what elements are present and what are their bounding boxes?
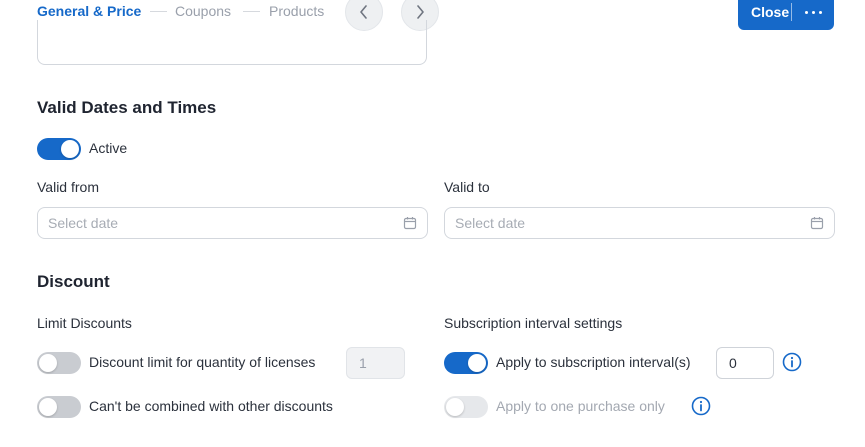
calendar-icon[interactable] [403, 216, 417, 230]
one-purchase-toggle[interactable] [444, 396, 488, 418]
close-button[interactable]: Close [738, 4, 791, 20]
quantity-limit-toggle[interactable] [37, 352, 81, 374]
more-horizontal-icon [804, 10, 808, 14]
chevron-left-icon [360, 5, 367, 19]
close-button-group: Close [738, 0, 834, 30]
active-toggle[interactable] [37, 138, 81, 160]
limit-discounts-heading: Limit Discounts [37, 315, 132, 331]
step-general-price[interactable]: General & Price [37, 2, 141, 20]
section-title-discount: Discount [37, 272, 110, 291]
not-combinable-toggle[interactable] [37, 396, 81, 418]
valid-from-placeholder: Select date [48, 215, 119, 231]
previous-field-input[interactable] [37, 20, 427, 65]
step-products[interactable]: Products [269, 2, 324, 20]
info-icon[interactable] [782, 352, 802, 372]
step-coupons[interactable]: Coupons [175, 2, 231, 20]
more-options-button[interactable] [792, 10, 834, 14]
section-title-valid-dates: Valid Dates and Times [37, 98, 217, 117]
quantity-limit-value: 1 [359, 355, 367, 371]
valid-to-date-input[interactable]: Select date [444, 207, 835, 239]
active-toggle-label: Active [89, 140, 128, 156]
info-icon[interactable] [691, 396, 711, 416]
one-purchase-label: Apply to one purchase only [496, 398, 665, 414]
subscription-interval-heading: Subscription interval settings [444, 315, 623, 331]
quantity-limit-input[interactable]: 1 [346, 347, 405, 379]
valid-to-label: Valid to [444, 179, 490, 195]
apply-interval-toggle[interactable] [444, 352, 488, 374]
chevron-right-icon [417, 5, 424, 19]
quantity-limit-label: Discount limit for quantity of licenses [89, 354, 316, 370]
step-divider [150, 11, 167, 12]
calendar-icon[interactable] [810, 216, 824, 230]
interval-count-value: 0 [729, 355, 737, 371]
valid-from-label: Valid from [37, 179, 99, 195]
step-divider [243, 11, 260, 12]
valid-from-date-input[interactable]: Select date [37, 207, 428, 239]
interval-count-input[interactable]: 0 [716, 347, 774, 379]
valid-to-placeholder: Select date [455, 215, 526, 231]
apply-interval-label: Apply to subscription interval(s) [496, 354, 691, 370]
not-combinable-label: Can't be combined with other discounts [89, 398, 333, 414]
